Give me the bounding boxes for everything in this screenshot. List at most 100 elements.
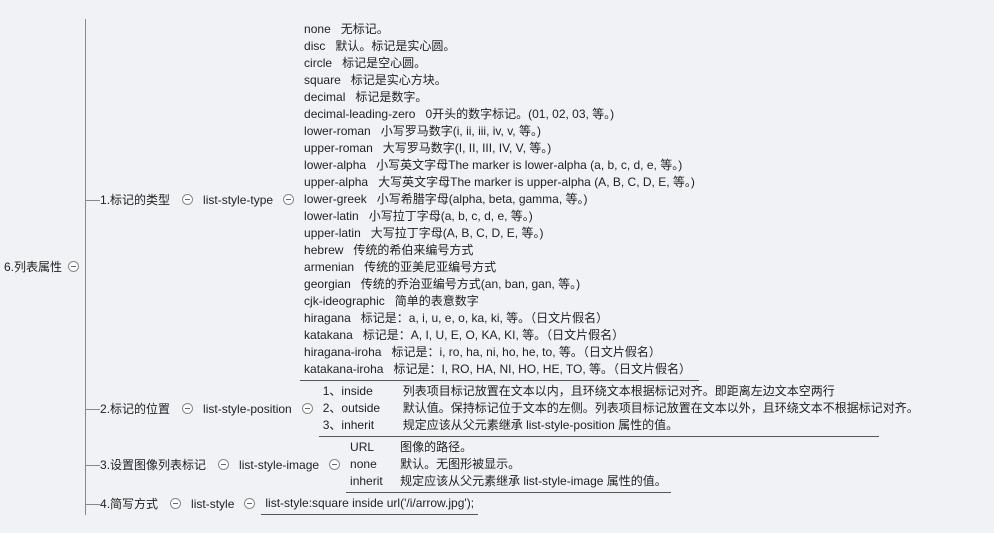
branch-label: 4.简写方式 — [100, 495, 164, 512]
value-desc: 大写拉丁字母(A, B, C, D, E, 等。) — [371, 225, 544, 242]
table-row: inherit 规定应该从父元素继承 list-style-image 属性的值… — [350, 473, 667, 490]
table-row: upper-latin 大写拉丁字母(A, B, C, D, E, 等。) — [304, 225, 695, 242]
table-row: lower-greek 小写希腊字母(alpha, beta, gamma, 等… — [304, 191, 695, 208]
value-desc: 标记是：i, ro, ha, ni, ho, he, to, 等。（日文片假名） — [391, 344, 660, 361]
value-key: none — [350, 456, 390, 473]
values-table: URL 图像的路径。none 默认。无图形被显示。inherit 规定应该从父元… — [346, 437, 671, 493]
table-row: lower-roman 小写罗马数字(i, ii, iii, iv, v, 等。… — [304, 123, 695, 140]
value-key: 2、outside — [323, 400, 393, 417]
value-key: lower-greek — [304, 191, 367, 208]
table-row: 3、inherit 规定应该从父元素继承 list-style-position… — [323, 417, 875, 434]
value-key: 1、inside — [323, 383, 393, 400]
value-desc: 默认。无图形被显示。 — [400, 456, 520, 473]
property-name: list-style-position — [199, 402, 296, 416]
value-desc: 规定应该从父元素继承 list-style-position 属性的值。 — [403, 417, 678, 434]
value-key: decimal-leading-zero — [304, 106, 415, 123]
value-desc: 传统的希伯来编号方式 — [353, 242, 473, 259]
value-desc: 标记是：I, RO, HA, NI, HO, HE, TO, 等。（日文片假名） — [393, 361, 691, 378]
value-desc: 默认值。保持标记位于文本的左侧。列表项目标记放置在文本以外，且环绕文本不根据标记… — [403, 400, 919, 417]
table-row: upper-alpha 大写英文字母The marker is upper-al… — [304, 174, 695, 191]
value-key: hiragana — [304, 310, 351, 327]
value-desc: 标记是实心方块。 — [351, 72, 447, 89]
value-desc: 图像的路径。 — [400, 439, 472, 456]
collapse-icon[interactable] — [218, 459, 229, 470]
value-key: georgian — [304, 276, 351, 293]
branch-list-style-type: 1.标记的类型 list-style-type none 无标记。disc 默认… — [86, 19, 879, 381]
collapse-icon[interactable] — [182, 403, 193, 414]
value-key: upper-roman — [304, 140, 373, 157]
table-row: circle 标记是空心圆。 — [304, 55, 695, 72]
value-desc: 列表项目标记放置在文本以内，且环绕文本根据标记对齐。即距离左边文本空两行 — [403, 383, 835, 400]
collapse-icon[interactable] — [302, 403, 313, 414]
value-key: hebrew — [304, 242, 343, 259]
branch-label: 3.设置图像列表标记 — [100, 456, 212, 473]
value-key: upper-alpha — [304, 174, 368, 191]
value-text: list-style:square inside url('/i/arrow.j… — [265, 495, 474, 512]
table-row: square 标记是实心方块。 — [304, 72, 695, 89]
value-key: none — [304, 21, 331, 38]
table-row: georgian 传统的乔治亚编号方式(an, ban, gan, 等。) — [304, 276, 695, 293]
value-desc: 传统的亚美尼亚编号方式 — [364, 259, 496, 276]
branch-label: 2.标记的位置 — [100, 400, 176, 417]
collapse-icon[interactable] — [68, 261, 79, 272]
property-name: list-style-image — [235, 458, 323, 472]
branch-label: 1.标记的类型 — [100, 191, 176, 208]
value-desc: 小写英文字母The marker is lower-alpha (a, b, c… — [376, 157, 682, 174]
branch-list-style-image: 3.设置图像列表标记 list-style-image URL 图像的路径。no… — [86, 437, 879, 493]
value-key: disc — [304, 38, 325, 55]
table-row: decimal-leading-zero 0开头的数字标记。(01, 02, 0… — [304, 106, 695, 123]
table-row: 1、inside 列表项目标记放置在文本以内，且环绕文本根据标记对齐。即距离左边… — [323, 383, 875, 400]
property-name: list-style — [187, 497, 238, 511]
table-row: hiragana 标记是：a, i, u, e, o, ka, ki, 等。（日… — [304, 310, 695, 327]
root-label: 6.列表属性 — [4, 258, 68, 275]
value-desc: 标记是空心圆。 — [342, 55, 426, 72]
mindmap-root: 6.列表属性 1.标记的类型 list-style-type none 无标记。… — [4, 0, 990, 533]
collapse-icon[interactable] — [283, 194, 294, 205]
value-key: decimal — [304, 89, 345, 106]
collapse-icon[interactable] — [170, 498, 181, 509]
values-table: 1、inside 列表项目标记放置在文本以内，且环绕文本根据标记对齐。即距离左边… — [319, 381, 879, 437]
root-children: 1.标记的类型 list-style-type none 无标记。disc 默认… — [85, 19, 879, 515]
value-key: katakana — [304, 327, 353, 344]
value-key: URL — [350, 439, 390, 456]
table-row: hebrew 传统的希伯来编号方式 — [304, 242, 695, 259]
value-key: hiragana-iroha — [304, 344, 381, 361]
table-row: lower-alpha 小写英文字母The marker is lower-al… — [304, 157, 695, 174]
table-row: lower-latin 小写拉丁字母(a, b, c, d, e, 等。) — [304, 208, 695, 225]
value-desc: 简单的表意数字 — [395, 293, 479, 310]
value-key: lower-roman — [304, 123, 371, 140]
table-row: decimal 标记是数字。 — [304, 89, 695, 106]
value-desc: 大写英文字母The marker is upper-alpha (A, B, C… — [378, 174, 695, 191]
value-key: circle — [304, 55, 332, 72]
property-name: list-style-type — [199, 193, 277, 207]
value-desc: 标记是：a, i, u, e, o, ka, ki, 等。（日文片假名） — [361, 310, 608, 327]
table-row: katakana-iroha 标记是：I, RO, HA, NI, HO, HE… — [304, 361, 695, 378]
table-row: none 无标记。 — [304, 21, 695, 38]
collapse-icon[interactable] — [244, 498, 255, 509]
value-key: cjk-ideographic — [304, 293, 385, 310]
value-key: lower-latin — [304, 208, 359, 225]
shorthand-value: list-style:square inside url('/i/arrow.j… — [261, 493, 478, 515]
table-row: disc 默认。标记是实心圆。 — [304, 38, 695, 55]
value-key: katakana-iroha — [304, 361, 383, 378]
value-key: inherit — [350, 473, 390, 490]
value-desc: 规定应该从父元素继承 list-style-image 属性的值。 — [400, 473, 667, 490]
value-desc: 无标记。 — [341, 21, 389, 38]
value-desc: 0开头的数字标记。(01, 02, 03, 等。) — [425, 106, 614, 123]
value-desc: 传统的乔治亚编号方式(an, ban, gan, 等。) — [361, 276, 580, 293]
collapse-icon[interactable] — [329, 459, 340, 470]
branch-list-style-shorthand: 4.简写方式 list-style list-style:square insi… — [86, 493, 879, 515]
table-row: katakana 标记是：A, I, U, E, O, KA, KI, 等。（日… — [304, 327, 695, 344]
table-row: none 默认。无图形被显示。 — [350, 456, 667, 473]
value-key: upper-latin — [304, 225, 361, 242]
table-row: upper-roman 大写罗马数字(I, II, III, IV, V, 等。… — [304, 140, 695, 157]
collapse-icon[interactable] — [182, 194, 193, 205]
table-row: cjk-ideographic 简单的表意数字 — [304, 293, 695, 310]
value-desc: 小写罗马数字(i, ii, iii, iv, v, 等。) — [381, 123, 541, 140]
table-row: 2、outside 默认值。保持标记位于文本的左侧。列表项目标记放置在文本以外，… — [323, 400, 875, 417]
value-desc: 小写希腊字母(alpha, beta, gamma, 等。) — [377, 191, 588, 208]
values-table: none 无标记。disc 默认。标记是实心圆。circle 标记是空心圆。sq… — [300, 19, 699, 381]
value-key: square — [304, 72, 341, 89]
table-row: URL 图像的路径。 — [350, 439, 667, 456]
value-desc: 标记是：A, I, U, E, O, KA, KI, 等。（日文片假名） — [363, 327, 624, 344]
